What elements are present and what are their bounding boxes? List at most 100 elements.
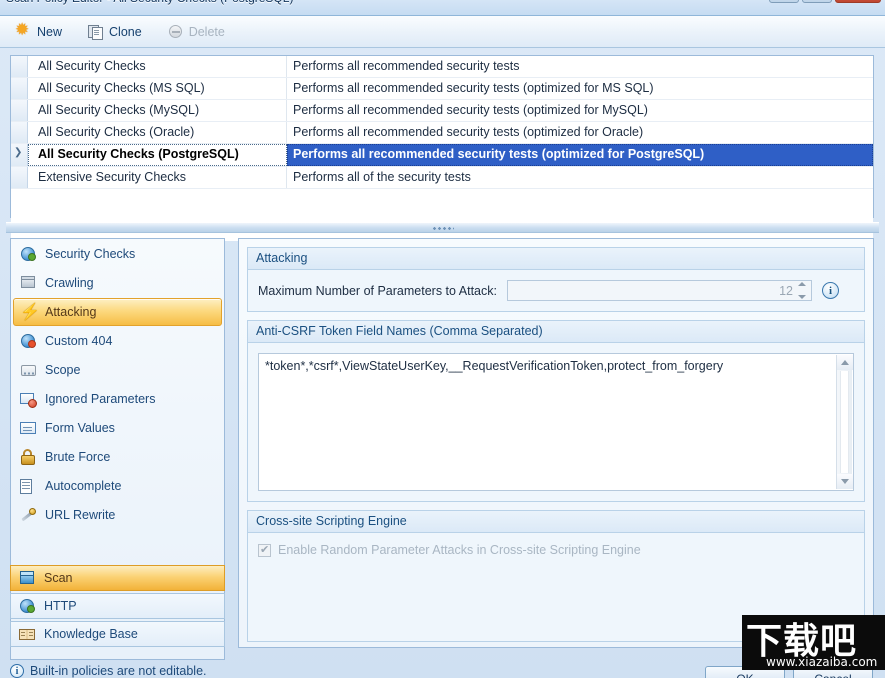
row-header: [11, 122, 28, 143]
sidebar-item-autocomplete[interactable]: Autocomplete: [13, 472, 222, 500]
policy-grid[interactable]: All Security Checks Performs all recomme…: [10, 55, 874, 241]
sidebar-group-label: Knowledge Base: [44, 627, 138, 641]
delete-policy-button: Delete: [158, 19, 235, 45]
globe-icon: [19, 598, 36, 615]
maximize-button[interactable]: [802, 0, 832, 3]
sidebar-item-ignored-parameters[interactable]: Ignored Parameters: [13, 385, 222, 413]
delete-circle-icon: [168, 24, 184, 40]
policy-description: Performs all recommended security tests …: [293, 81, 654, 95]
new-policy-label: New: [37, 24, 63, 39]
stepper-arrows[interactable]: [796, 282, 809, 299]
scroll-down-icon[interactable]: [837, 474, 853, 489]
table-row[interactable]: Extensive Security Checks Performs all o…: [11, 167, 873, 189]
sidebar-item-custom-404[interactable]: Custom 404: [13, 327, 222, 355]
close-button[interactable]: [835, 0, 881, 3]
policy-toolbar: New Clone Delete: [0, 16, 885, 48]
attacking-group-body: Maximum Number of Parameters to Attack: …: [248, 270, 864, 311]
sidebar-item-label: Autocomplete: [45, 479, 122, 493]
clone-policy-label: Clone: [109, 24, 142, 39]
row-header: [11, 167, 28, 188]
scan-box-icon: [19, 570, 36, 587]
sidebar-item-label: Attacking: [45, 305, 97, 319]
sidebar-group-knowledge-base[interactable]: Knowledge Base: [10, 621, 225, 647]
status-text: Built-in policies are not editable.: [30, 664, 207, 678]
window-title: Scan Policy Editor - All Security Checks…: [6, 0, 293, 5]
policy-description: Performs all recommended security tests: [293, 59, 520, 73]
table-row[interactable]: All Security Checks Performs all recomme…: [11, 56, 873, 78]
attacking-group: Attacking Maximum Number of Parameters t…: [247, 247, 865, 312]
sidebar-item-label: Brute Force: [45, 450, 111, 464]
sidebar-group-scan[interactable]: Scan: [10, 565, 225, 591]
sidebar-item-label: Custom 404: [45, 334, 113, 348]
grid-empty-area: [11, 189, 873, 241]
scrollbar-track[interactable]: [840, 371, 849, 473]
splitter-grip-icon: [431, 227, 454, 230]
scroll-up-icon[interactable]: [837, 355, 853, 370]
policy-name: All Security Checks (Oracle): [28, 122, 287, 143]
sidebar-group-label: Scan: [44, 571, 73, 585]
table-row[interactable]: All Security Checks (MySQL) Performs all…: [11, 100, 873, 122]
sidebar-item-attacking[interactable]: Attacking: [13, 298, 222, 326]
table-row[interactable]: All Security Checks (Oracle) Performs al…: [11, 122, 873, 144]
scope-icon: [20, 362, 37, 379]
policy-description: Performs all recommended security tests …: [293, 125, 644, 139]
book-icon: [19, 626, 36, 643]
policy-name: All Security Checks (MS SQL): [28, 78, 287, 99]
anti-csrf-value: *token*,*csrf*,ViewStateUserKey,__Reques…: [265, 359, 724, 373]
minimize-button[interactable]: [769, 0, 799, 3]
status-message: i Built-in policies are not editable.: [10, 664, 207, 678]
copy-pages-icon: [88, 24, 104, 40]
stepper-up-icon[interactable]: [798, 282, 807, 286]
policy-name: All Security Checks: [28, 56, 287, 77]
policy-description: Performs all of the security tests: [293, 170, 471, 184]
horizontal-splitter[interactable]: [6, 222, 879, 233]
sidebar-item-label: Ignored Parameters: [45, 392, 156, 406]
table-row-selected[interactable]: All Security Checks (PostgreSQL) Perform…: [11, 144, 873, 167]
random-param-attacks-label: Enable Random Parameter Attacks in Cross…: [278, 543, 641, 557]
lock-icon: [20, 448, 37, 466]
sidebar-groups: Scan HTTP Knowledge Base: [10, 565, 225, 649]
max-params-label: Maximum Number of Parameters to Attack:: [258, 283, 497, 298]
max-params-info-icon[interactable]: i: [821, 282, 839, 299]
sidebar-item-label: URL Rewrite: [45, 508, 116, 522]
info-icon: i: [10, 664, 24, 678]
textarea-scrollbar[interactable]: [836, 355, 853, 489]
policy-description[interactable]: Performs all recommended security tests …: [287, 144, 873, 166]
anti-csrf-group-header: Anti-CSRF Token Field Names (Comma Separ…: [248, 321, 864, 343]
wand-icon: [20, 507, 37, 524]
row-header-current-indicator: [11, 144, 28, 166]
star-icon: [15, 20, 32, 40]
watermark-overlay: 下载吧 www.xiazaiba.com: [742, 615, 885, 670]
sidebar-item-url-rewrite[interactable]: URL Rewrite: [13, 501, 222, 529]
sidebar-item-label: Security Checks: [45, 247, 136, 261]
sidebar-item-brute-force[interactable]: Brute Force: [13, 443, 222, 471]
form-blocked-icon: [20, 391, 37, 408]
sidebar-item-crawling[interactable]: Crawling: [13, 269, 222, 297]
window-controls: [769, 0, 881, 3]
globe-shield-icon: [20, 246, 37, 263]
globe-error-icon: [20, 333, 37, 350]
sidebar-item-label: Form Values: [45, 421, 115, 435]
random-param-attacks-checkbox: [258, 543, 271, 557]
cube-icon: [20, 275, 37, 292]
anti-csrf-textarea[interactable]: *token*,*csrf*,ViewStateUserKey,__Reques…: [258, 353, 854, 491]
settings-panel: Attacking Maximum Number of Parameters t…: [238, 238, 874, 648]
table-row[interactable]: All Security Checks (MS SQL) Performs al…: [11, 78, 873, 100]
list-icon: [20, 478, 37, 495]
stepper-down-icon[interactable]: [798, 295, 807, 299]
sidebar-item-security-checks[interactable]: Security Checks: [13, 240, 222, 268]
sidebar-group-http[interactable]: HTTP: [10, 593, 225, 619]
max-params-stepper[interactable]: 12: [506, 280, 812, 301]
max-params-row: Maximum Number of Parameters to Attack: …: [258, 280, 854, 301]
sidebar-item-scope[interactable]: Scope: [13, 356, 222, 384]
scan-policy-editor-window: Scan Policy Editor - All Security Checks…: [0, 0, 885, 678]
policy-description: Performs all recommended security tests …: [293, 103, 648, 117]
new-policy-button[interactable]: New: [6, 19, 72, 45]
policy-name[interactable]: All Security Checks (PostgreSQL): [28, 144, 287, 166]
clone-policy-button[interactable]: Clone: [78, 19, 152, 45]
anti-csrf-group: Anti-CSRF Token Field Names (Comma Separ…: [247, 320, 865, 502]
sidebar-group-label: HTTP: [44, 599, 77, 613]
sidebar-item-form-values[interactable]: Form Values: [13, 414, 222, 442]
policy-name: Extensive Security Checks: [28, 167, 287, 188]
sidebar-item-label: Crawling: [45, 276, 94, 290]
